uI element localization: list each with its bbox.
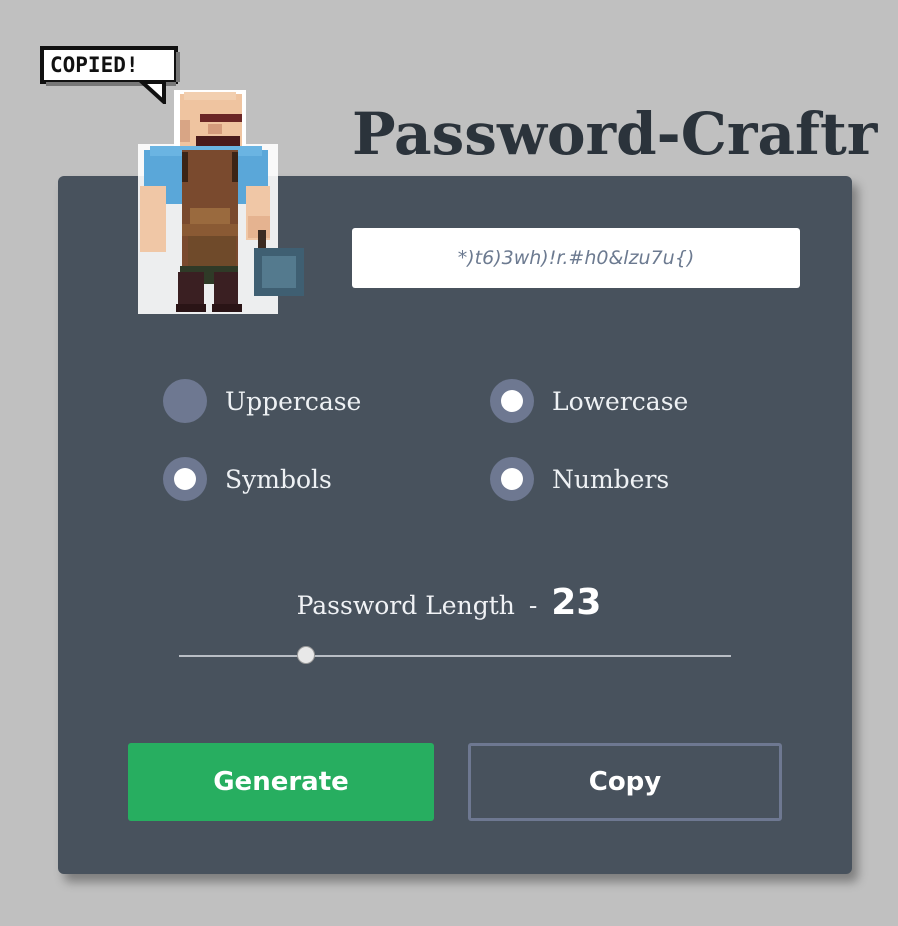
uppercase-label: Uppercase <box>225 386 362 416</box>
lowercase-label: Lowercase <box>552 386 689 416</box>
symbols-label: Symbols <box>225 464 332 494</box>
uppercase-radio[interactable] <box>163 379 207 423</box>
option-symbols[interactable]: Symbols <box>163 457 332 501</box>
app-title: Password-Craftr <box>352 100 878 168</box>
slider-thumb[interactable] <box>296 646 315 664</box>
option-uppercase[interactable]: Uppercase <box>163 379 361 423</box>
toast-text: COPIED! <box>50 53 139 77</box>
length-separator: - <box>528 591 538 620</box>
lowercase-radio[interactable] <box>490 379 534 423</box>
length-value: 23 <box>551 582 602 623</box>
symbols-radio[interactable] <box>163 457 207 501</box>
numbers-label: Numbers <box>552 464 670 494</box>
checked-dot-icon <box>174 468 196 490</box>
copy-button[interactable]: Copy <box>468 743 782 821</box>
option-numbers[interactable]: Numbers <box>490 457 669 501</box>
option-lowercase[interactable]: Lowercase <box>490 379 688 423</box>
password-length-row: Password Length - 23 <box>0 582 898 623</box>
generate-button[interactable]: Generate <box>128 743 434 821</box>
password-output[interactable]: *)t6)3wh)!r.#h0&lzu7u{) <box>352 228 800 288</box>
blacksmith-character-icon <box>136 90 312 320</box>
length-label: Password Length <box>296 591 515 620</box>
checked-dot-icon <box>501 390 523 412</box>
length-slider[interactable] <box>179 646 731 664</box>
checked-dot-icon <box>501 468 523 490</box>
numbers-radio[interactable] <box>490 457 534 501</box>
